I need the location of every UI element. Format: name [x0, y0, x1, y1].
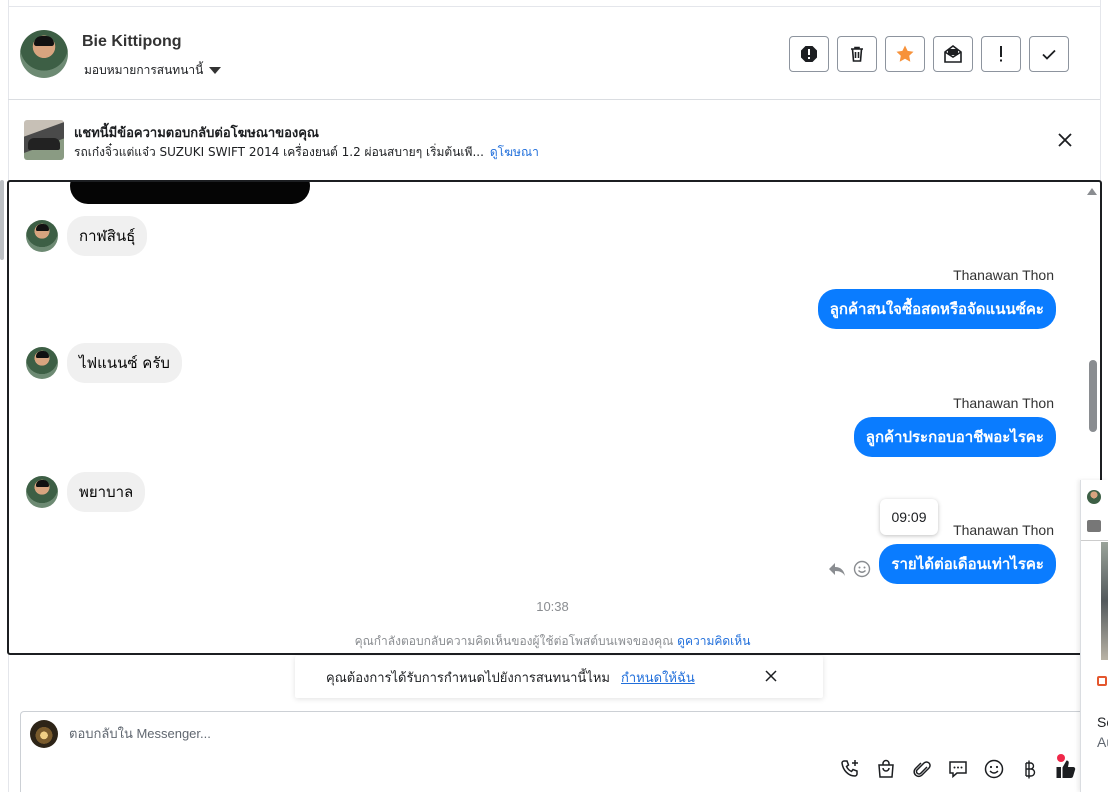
outgoing-message[interactable]: ลูกค้าประกอบอาชีพอะไรคะ [853, 417, 1056, 457]
attach-button[interactable] [911, 758, 933, 780]
shop-button[interactable] [875, 758, 897, 780]
time-tooltip: 09:09 [880, 499, 938, 535]
avatar[interactable] [20, 30, 68, 78]
notification-dot [1057, 754, 1065, 762]
scroll-up-arrow-icon[interactable] [1087, 188, 1097, 195]
scroll-thumb[interactable] [1089, 360, 1097, 432]
report-button[interactable] [789, 36, 829, 72]
panel-divider [1081, 540, 1108, 541]
preview-image [1101, 542, 1108, 660]
panel-text: Sc [1097, 714, 1108, 730]
exclamation-icon [1000, 46, 1002, 62]
ad-thumbnail[interactable] [24, 120, 64, 160]
assign-dropdown[interactable]: มอบหมายการสนทนานี้ [84, 61, 222, 80]
sender-name: Thanawan Thon [953, 522, 1054, 538]
assign-prompt: คุณต้องการได้รับการกำหนดไปยังการสนทนานี้… [295, 656, 823, 698]
assign-prompt-text: คุณต้องการได้รับการกำหนดไปยังการสนทนานี้… [326, 671, 610, 686]
view-ad-link[interactable]: ดูโฆษณา [490, 145, 539, 159]
ad-banner-title: แชทนี้มีข้อความตอบกลับต่อโฆษณาของคุณ [74, 126, 319, 141]
conversation-header: Bie Kittipong มอบหมายการสนทนานี้ [8, 8, 1100, 100]
outgoing-message[interactable]: ลูกค้าสนใจซื้อสดหรือจัดแนนซ์คะ [817, 289, 1056, 329]
panel-subtext: Au [1097, 734, 1108, 750]
assign-to-me-link[interactable]: กำหนดให้ฉัน [621, 667, 695, 688]
page-avatar [30, 720, 58, 748]
avatar[interactable] [26, 220, 58, 252]
star-button[interactable] [885, 36, 925, 72]
ad-thumbnail[interactable] [1087, 520, 1101, 532]
chat-bubble-icon [949, 761, 967, 779]
avatar[interactable] [26, 347, 58, 379]
incoming-message[interactable]: ไฟแนนซ์ ครับ [67, 343, 182, 383]
reply-input[interactable] [69, 726, 829, 741]
incoming-message[interactable]: พยาบาล [67, 472, 146, 512]
redacted-message [70, 182, 310, 204]
mail-icon [944, 45, 962, 63]
avatar[interactable] [26, 476, 58, 508]
mark-done-button[interactable] [1029, 36, 1069, 72]
messenger-inbox: Bie Kittipong มอบหมายการสนทนานี้ แชทนี้ม… [0, 0, 1108, 792]
paperclip-icon [913, 761, 931, 778]
ad-banner-subtitle: รถเก๋งจิ๋วแต่แจ๋ว SUZUKI SWIFT 2014 เครื… [74, 143, 539, 162]
comment-reply-note: คุณกำลังตอบกลับความคิดเห็นของผู้ใช้ต่อโพ… [9, 632, 1096, 651]
message-timestamp: 10:38 [536, 599, 569, 614]
incoming-message-row: กาฬสินธุ์ [26, 216, 148, 256]
page-icon [1097, 676, 1107, 686]
caret-down-icon [209, 67, 222, 74]
incoming-message-row: พยาบาล [26, 472, 146, 512]
emoji-react-icon[interactable] [853, 560, 871, 578]
saved-replies-button[interactable] [947, 758, 969, 780]
incoming-message-row: ไฟแนนซ์ ครับ [26, 343, 182, 383]
call-button[interactable] [839, 758, 861, 780]
check-icon [1042, 49, 1056, 60]
incoming-message[interactable]: กาฬสินธุ์ [67, 216, 148, 256]
outgoing-message[interactable]: รายได้ต่อเดือนเท่าไรคะ [879, 544, 1056, 584]
baht-icon [1025, 760, 1036, 779]
message-actions [827, 560, 871, 578]
top-divider [8, 0, 1100, 7]
sender-name: Thanawan Thon [953, 267, 1054, 283]
phone-plus-icon [841, 760, 858, 777]
side-preview-panel[interactable]: Sc Au [1080, 480, 1108, 792]
shopping-bag-icon [878, 759, 894, 778]
star-icon [896, 45, 914, 62]
message-thread[interactable]: กาฬสินธุ์ Thanawan Thon ลูกค้าสนใจซื้อสด… [7, 180, 1102, 655]
close-icon[interactable] [763, 668, 779, 684]
composer-tools [839, 754, 1077, 780]
avatar[interactable] [1087, 490, 1101, 504]
payment-button[interactable] [1019, 758, 1041, 780]
contact-name[interactable]: Bie Kittipong [82, 33, 182, 51]
mark-unread-button[interactable] [933, 36, 973, 72]
right-divider [1100, 0, 1101, 180]
ad-description: รถเก๋งจิ๋วแต่แจ๋ว SUZUKI SWIFT 2014 เครื… [74, 145, 484, 159]
trash-icon [851, 46, 863, 62]
emoji-icon [984, 759, 1004, 779]
emoji-button[interactable] [983, 758, 1005, 780]
header-actions [789, 36, 1069, 72]
close-icon[interactable] [1056, 131, 1074, 149]
comment-note-text: คุณกำลังตอบกลับความคิดเห็นของผู้ใช้ต่อโพ… [354, 634, 674, 648]
sender-name: Thanawan Thon [953, 395, 1054, 411]
report-icon [801, 46, 817, 62]
message-composer [20, 711, 1086, 792]
reply-icon[interactable] [827, 560, 847, 578]
view-comment-link[interactable]: ดูความคิดเห็น [677, 634, 750, 648]
left-scroll-stub[interactable] [0, 180, 4, 260]
delete-button[interactable] [837, 36, 877, 72]
assign-label: มอบหมายการสนทนานี้ [84, 63, 204, 77]
mark-important-button[interactable] [981, 36, 1021, 72]
ad-reply-banner: แชทนี้มีข้อความตอบกลับต่อโฆษณาของคุณ รถเ… [8, 101, 1100, 179]
